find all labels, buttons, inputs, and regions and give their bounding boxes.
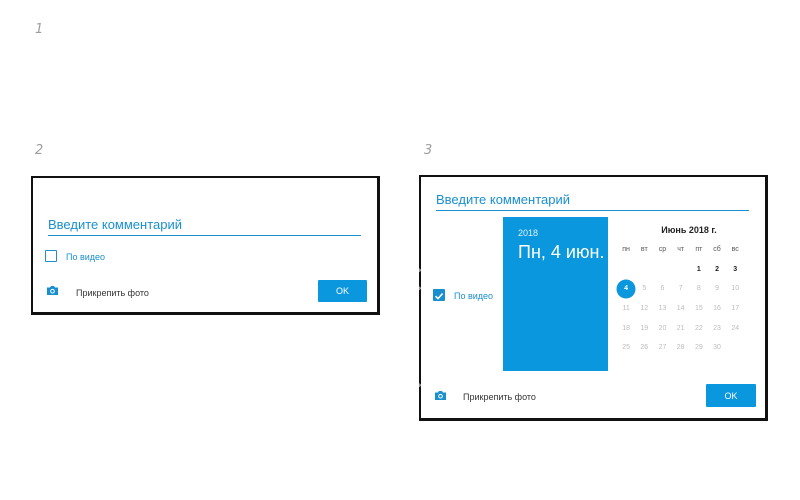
video-checkbox[interactable]	[433, 289, 445, 301]
checkmark-icon	[434, 292, 444, 300]
camera-icon[interactable]	[46, 285, 59, 296]
camera-icon[interactable]	[434, 390, 447, 401]
calendar-day: 11	[622, 305, 630, 313]
calendar-day: 30	[713, 344, 721, 352]
background-text-fragment: кк	[419, 268, 422, 292]
weekday-header: пт	[695, 246, 703, 254]
selected-year[interactable]: 2018	[518, 228, 538, 238]
video-checkbox-label[interactable]: По видео	[454, 291, 493, 301]
calendar-day: 18	[622, 324, 630, 332]
background-text-fragment: к	[419, 383, 422, 389]
calendar-day: 25	[622, 344, 630, 352]
step-number-1: 1	[35, 22, 44, 37]
video-checkbox-label[interactable]: По видео	[66, 252, 105, 262]
attach-photo-label[interactable]: Прикрепить фото	[463, 392, 536, 402]
comment-input[interactable]: Введите комментарий	[436, 192, 749, 211]
calendar-day: 14	[676, 305, 685, 313]
calendar-day: 15	[694, 305, 703, 313]
calendar-day: 16	[713, 305, 721, 313]
calendar-day: 27	[658, 344, 667, 352]
selected-date: Пн, 4 июн.	[518, 242, 605, 262]
calendar-blank-cell	[617, 260, 635, 280]
calendar-day: 5	[642, 285, 647, 293]
comment-dialog: Введите комментарий По видео Прикрепить …	[31, 176, 380, 315]
weekday-header: чт	[677, 246, 685, 254]
calendar-day: 8	[696, 285, 701, 293]
attach-photo-label[interactable]: Прикрепить фото	[76, 288, 149, 298]
calendar-day-selected[interactable]: 4	[617, 279, 635, 299]
weekday-header: вс	[731, 246, 739, 254]
calendar-day: 26	[640, 344, 649, 352]
calendar-day: 19	[640, 324, 649, 332]
calendar-blank-cell	[653, 260, 671, 280]
calendar-blank-cell	[672, 260, 690, 280]
calendar-day[interactable]: 1	[690, 260, 708, 280]
calendar-blank-cell	[635, 260, 653, 280]
calendar-day: 20	[658, 324, 667, 332]
calendar-day: 28	[676, 344, 685, 352]
calendar-day: 23	[713, 324, 721, 332]
calendar-day[interactable]: 3	[726, 260, 744, 280]
calendar-day: 21	[676, 324, 685, 332]
date-picker-header: 2018 Пн, 4 июн.	[503, 217, 608, 371]
calendar-day: 10	[731, 285, 740, 293]
ok-button[interactable]: OK	[318, 280, 367, 302]
calendar-day: 24	[731, 324, 740, 332]
calendar-grid: пн вт ср чт пт сб вс 1 2 3 4 5 6 7 8 9 10 11 12 13 14 15 16 17 1…	[617, 240, 744, 358]
calendar-day: 29	[694, 344, 703, 352]
calendar-day: 13	[658, 305, 667, 313]
step-number-3: 3	[424, 143, 433, 158]
calendar-day: 17	[731, 305, 740, 313]
weekday-header: сб	[713, 246, 721, 254]
comment-input[interactable]: Введите комментарий	[48, 217, 361, 236]
comment-dialog-with-datepicker: Введите комментарий кк к По видео 2018 П…	[419, 175, 768, 421]
calendar-day: 6	[660, 285, 665, 293]
video-checkbox[interactable]	[45, 250, 57, 262]
calendar-day: 9	[715, 285, 719, 293]
weekday-header: пн	[622, 246, 630, 254]
calendar-day[interactable]: 2	[708, 260, 726, 280]
calendar-day: 7	[678, 285, 683, 293]
calendar-day: 22	[694, 324, 703, 332]
weekday-header: ср	[658, 246, 667, 254]
ok-button[interactable]: OK	[706, 384, 756, 407]
calendar-day: 12	[640, 305, 649, 313]
calendar-month-title: Июнь 2018 г.	[661, 225, 717, 235]
step-number-2: 2	[35, 143, 44, 158]
weekday-header: вт	[640, 246, 648, 254]
